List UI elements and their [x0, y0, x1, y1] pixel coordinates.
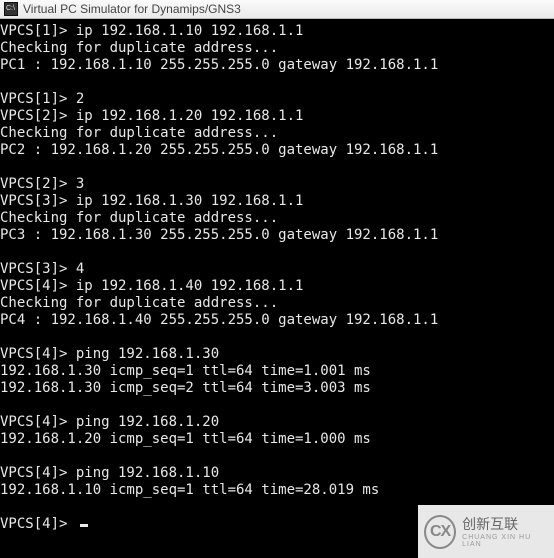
terminal-line: VPCS[4]> ping 192.168.1.10 [0, 465, 554, 482]
terminal-line: VPCS[3]> ip 192.168.1.30 192.168.1.1 [0, 193, 554, 210]
terminal-line: PC2 : 192.168.1.20 255.255.255.0 gateway… [0, 142, 554, 159]
terminal-line: Checking for duplicate address... [0, 125, 554, 142]
terminal-line: 192.168.1.30 icmp_seq=2 ttl=64 time=3.00… [0, 380, 554, 397]
terminal-line: Checking for duplicate address... [0, 210, 554, 227]
terminal-line: Checking for duplicate address... [0, 40, 554, 57]
watermark: CX 创新互联 CHUANG XIN HU LIAN [418, 505, 554, 558]
terminal-line [0, 244, 554, 261]
terminal-line [0, 74, 554, 91]
terminal-line: 192.168.1.10 icmp_seq=1 ttl=64 time=28.0… [0, 482, 554, 499]
terminal-line: VPCS[4]> ip 192.168.1.40 192.168.1.1 [0, 278, 554, 295]
terminal-line: VPCS[4]> ping 192.168.1.20 [0, 414, 554, 431]
watermark-logo: CX [424, 515, 456, 549]
cursor [80, 524, 88, 527]
terminal-line [0, 397, 554, 414]
terminal-line: VPCS[2]> ip 192.168.1.20 192.168.1.1 [0, 108, 554, 125]
terminal-line: 192.168.1.30 icmp_seq=1 ttl=64 time=1.00… [0, 363, 554, 380]
terminal-line: VPCS[1]> 2 [0, 91, 554, 108]
terminal-line: VPCS[3]> 4 [0, 261, 554, 278]
terminal-line [0, 448, 554, 465]
terminal-line: PC4 : 192.168.1.40 255.255.255.0 gateway… [0, 312, 554, 329]
terminal-line: VPCS[1]> ip 192.168.1.10 192.168.1.1 [0, 23, 554, 40]
terminal-line: 192.168.1.20 icmp_seq=1 ttl=64 time=1.00… [0, 431, 554, 448]
terminal-line: VPCS[4]> ping 192.168.1.30 [0, 346, 554, 363]
terminal-line [0, 329, 554, 346]
watermark-name: 创新互联 [462, 516, 518, 532]
terminal-output[interactable]: VPCS[1]> ip 192.168.1.10 192.168.1.1Chec… [0, 19, 554, 533]
terminal-icon [4, 2, 18, 16]
window-titlebar[interactable]: Virtual PC Simulator for Dynamips/GNS3 [0, 0, 554, 19]
terminal-line: PC1 : 192.168.1.10 255.255.255.0 gateway… [0, 57, 554, 74]
window-title: Virtual PC Simulator for Dynamips/GNS3 [23, 2, 241, 16]
terminal-line: Checking for duplicate address... [0, 295, 554, 312]
terminal-line: PC3 : 192.168.1.30 255.255.255.0 gateway… [0, 227, 554, 244]
terminal-line [0, 159, 554, 176]
terminal-line: VPCS[2]> 3 [0, 176, 554, 193]
watermark-sub: CHUANG XIN HU LIAN [462, 534, 548, 548]
